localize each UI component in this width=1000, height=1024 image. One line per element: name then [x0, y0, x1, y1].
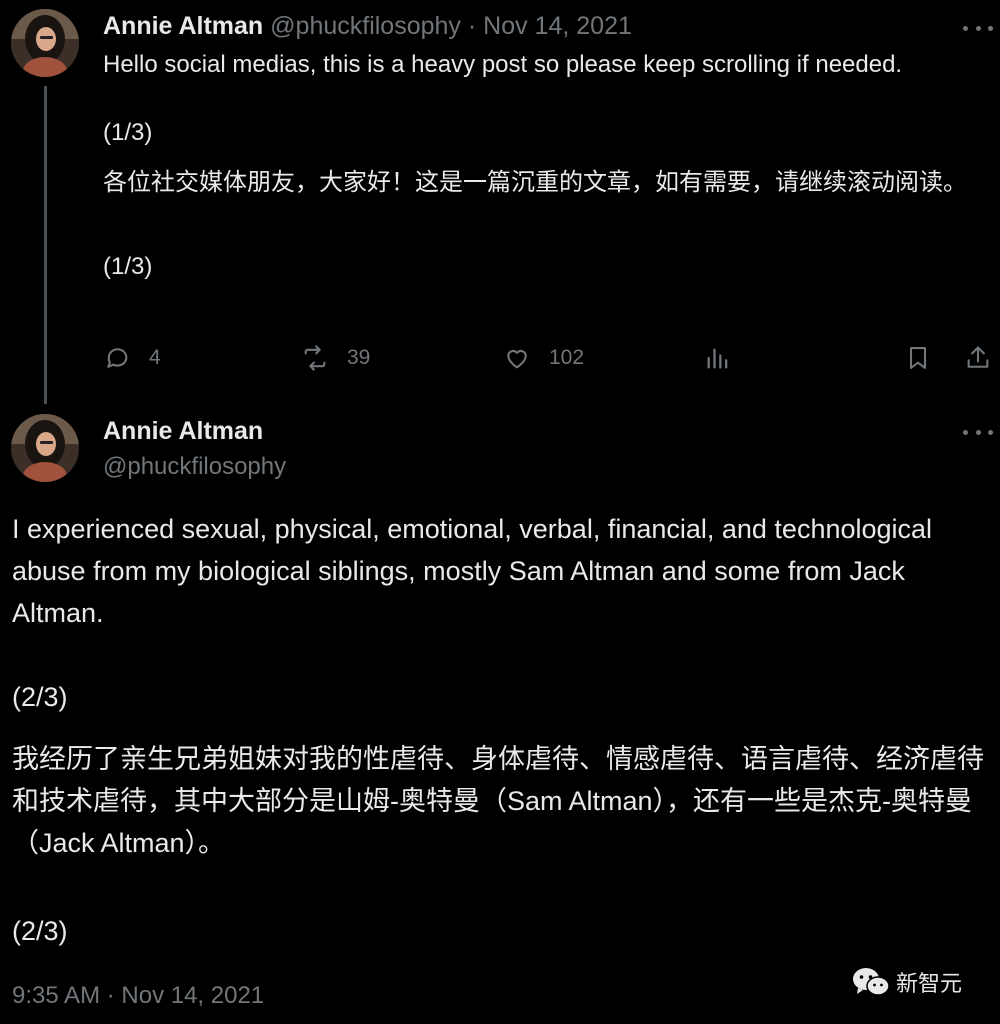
- reply-button[interactable]: 4: [103, 338, 161, 378]
- share-icon: [967, 346, 989, 368]
- heart-icon: [507, 349, 527, 369]
- more-icon[interactable]: [963, 18, 993, 38]
- tweet-1-header: Annie Altman @phuckfilosophy · Nov 14, 2…: [103, 10, 632, 42]
- more-icon[interactable]: [963, 422, 993, 442]
- views-button[interactable]: [704, 338, 732, 378]
- tweet-paragraph: (2/3): [12, 682, 68, 712]
- tweet-2-text: I experienced sexual, physical, emotiona…: [12, 508, 992, 952]
- like-count: 102: [549, 346, 585, 369]
- tweet-paragraph: Hello social medias, this is a heavy pos…: [103, 51, 903, 78]
- tweet-paragraph: (1/3): [103, 253, 153, 280]
- bookmark-icon: [909, 347, 927, 369]
- reply-icon: [107, 348, 128, 368]
- tweet-paragraph: 我经历了亲生兄弟姐妹对我的性虐待、身体虐待、情感虐待、语言虐待、经济虐待和技术虐…: [12, 744, 984, 858]
- tweet-actions: 4 39 102: [103, 338, 993, 378]
- avatar[interactable]: [11, 414, 79, 482]
- watermark: 新智元: [852, 962, 962, 1002]
- reply-count: 4: [149, 346, 161, 369]
- separator: ·: [467, 12, 477, 40]
- share-button[interactable]: [964, 338, 992, 378]
- tweet-timestamp[interactable]: 9:35 AM · Nov 14, 2021: [12, 978, 264, 1014]
- tweet-paragraph: 各位社交媒体朋友，大家好！这是一篇沉重的文章，如有需要，请继续滚动阅读。: [103, 169, 967, 196]
- wechat-icon: [853, 968, 890, 996]
- tweet-date[interactable]: Nov 14, 2021: [483, 12, 632, 40]
- tweet-paragraph: I experienced sexual, physical, emotiona…: [12, 514, 933, 628]
- retweet-icon: [304, 345, 326, 371]
- views-icon: [707, 348, 728, 369]
- retweet-count: 39: [347, 346, 371, 369]
- retweet-button[interactable]: 39: [301, 338, 370, 378]
- author-name[interactable]: Annie Altman: [103, 414, 263, 448]
- avatar[interactable]: [11, 9, 79, 77]
- tweet-paragraph: (2/3): [12, 916, 68, 946]
- tweet-1-text: Hello social medias, this is a heavy pos…: [103, 48, 993, 284]
- watermark-text: 新智元: [896, 971, 963, 996]
- tweet-1: Annie Altman @phuckfilosophy · Nov 14, 2…: [0, 0, 1000, 404]
- author-handle[interactable]: @phuckfilosophy: [103, 451, 286, 483]
- thread-line: [44, 86, 47, 404]
- like-button[interactable]: 102: [503, 338, 584, 378]
- bookmark-button[interactable]: [904, 338, 932, 378]
- author-handle[interactable]: @phuckfilosophy: [270, 12, 461, 40]
- tweet-paragraph: (1/3): [103, 119, 153, 146]
- author-name[interactable]: Annie Altman: [103, 12, 263, 40]
